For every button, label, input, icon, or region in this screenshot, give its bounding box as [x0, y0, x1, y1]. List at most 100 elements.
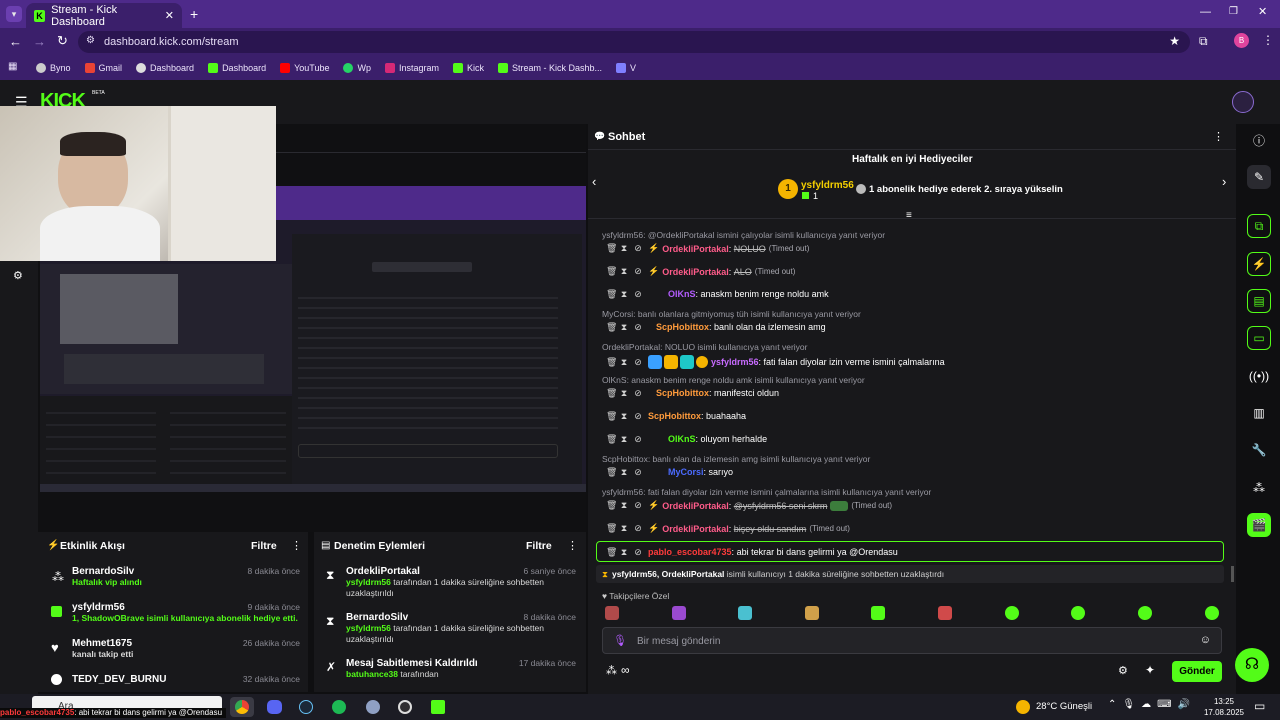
moderation-item[interactable]: Mesaj Sabitlemesi Kaldırıldı batuhance38…	[346, 658, 576, 688]
spotify-taskbar-icon[interactable]	[332, 700, 346, 714]
chat-message[interactable]: 🗑 ⧗ ⊘ MyCorsi: sarıyo	[606, 467, 733, 477]
emoji-picker-icon[interactable]: ☺	[1200, 634, 1211, 646]
trash-icon[interactable]: 🗑	[606, 501, 617, 510]
bookmark-star-icon[interactable]: ★	[1169, 34, 1180, 48]
infinity-icon[interactable]: ∞	[621, 663, 630, 677]
ban-icon[interactable]: ⊘	[634, 267, 642, 276]
bookmark-gmail[interactable]: Gmail	[84, 63, 122, 73]
timeout-icon[interactable]: ⧗	[620, 357, 628, 367]
chat-username[interactable]: OrdekliPortakal	[662, 244, 729, 254]
trash-icon[interactable]: 🗑	[606, 357, 617, 367]
window-close-icon[interactable]: ✕	[1258, 5, 1267, 18]
chat-message[interactable]: 🗑 ⧗ ⊘ ScpHobittox: buahaaha	[606, 411, 746, 421]
timeout-icon[interactable]: ⧗	[620, 501, 628, 510]
chat-message[interactable]: 🗑 ⧗ ⊘ ⚡ OrdekliPortakal: NOLUO (Timed out)	[606, 243, 809, 254]
trash-icon[interactable]: 🗑	[606, 388, 617, 398]
top-gifter-name[interactable]: ysfyldrm56	[801, 180, 854, 191]
bookmark-whatsapp[interactable]: Wp	[343, 63, 371, 73]
steam-taskbar-icon[interactable]	[299, 700, 313, 714]
ban-icon[interactable]: ⊘	[634, 501, 642, 510]
address-bar[interactable]: ⚙ dashboard.kick.com/stream ★	[78, 31, 1190, 53]
collapse-icon[interactable]: ≡	[906, 210, 912, 221]
moderation-menu-icon[interactable]: ⋮	[567, 539, 578, 552]
chat-message[interactable]: 🗑 ⧗ ⊘ OlKnS: anaskm benim renge noldu amk	[606, 289, 829, 299]
broadcast-icon[interactable]: ((•))	[1247, 364, 1271, 388]
profile-avatar[interactable]: B	[1234, 33, 1249, 48]
emote[interactable]	[605, 606, 619, 620]
ban-icon[interactable]: ⊘	[634, 244, 642, 253]
chrome-taskbar-icon[interactable]	[230, 697, 254, 717]
moderation-item[interactable]: BernardoSilv ysfyldrm56 tarafından 1 dak…	[346, 612, 576, 654]
activity-item[interactable]: BernardoSilv Haftalık vip alındı 8 dakik…	[72, 566, 300, 596]
ban-icon[interactable]: ⊘	[634, 524, 642, 533]
chat-username[interactable]: OrdekliPortakal	[662, 501, 729, 511]
trash-icon[interactable]: 🗑	[606, 524, 617, 533]
timeout-icon[interactable]: ⧗	[620, 244, 628, 253]
activity-item[interactable]: Mehmet1675 kanalı takip etti 26 dakika ö…	[72, 638, 300, 668]
minimize-icon[interactable]: —	[1200, 6, 1211, 18]
trash-icon[interactable]: 🗑	[606, 434, 617, 444]
wrench-icon[interactable]: 🔧	[1247, 438, 1271, 462]
emote[interactable]	[1138, 606, 1152, 620]
chat-username[interactable]: ScpHobittox	[656, 322, 709, 332]
extensions-icon[interactable]: ⧉	[1199, 34, 1208, 49]
trash-icon[interactable]: 🗑	[606, 411, 617, 421]
timeout-icon[interactable]: ⧗	[620, 322, 628, 332]
ban-icon[interactable]: ⊘	[634, 411, 642, 421]
chat-message[interactable]: 🗑 ⧗ ⊘ ⚡ OrdekliPortakal: bişey oldu sandım…	[606, 523, 850, 534]
bookmark-instagram[interactable]: Instagram	[384, 63, 439, 73]
timeout-icon[interactable]: ⧗	[620, 524, 628, 533]
discord-taskbar-icon[interactable]	[267, 700, 282, 714]
trash-icon[interactable]: 🗑	[606, 467, 617, 477]
timeout-icon[interactable]: ⧗	[620, 388, 628, 398]
chat-message[interactable]: 🗑 ⧗ ⊘ ScpHobittox: manifestci oldun	[606, 388, 779, 398]
tab-search-icon[interactable]: ▾	[6, 6, 22, 22]
clip-icon[interactable]: ⧉	[1247, 214, 1271, 238]
chat-icon[interactable]: ▭	[1247, 326, 1271, 350]
ban-icon[interactable]: ⊘	[634, 434, 642, 444]
ban-icon[interactable]: ⊘	[634, 547, 642, 557]
timeout-icon[interactable]: ⧗	[620, 289, 628, 299]
weather-icon[interactable]	[1016, 700, 1030, 714]
weather-text[interactable]: 28°C Güneşli	[1036, 701, 1092, 712]
clock[interactable]: 13:25 17.08.2025	[1200, 696, 1248, 718]
emote[interactable]	[1205, 606, 1219, 620]
clapper-icon[interactable]: 🎬	[1247, 513, 1271, 537]
emote[interactable]	[805, 606, 819, 620]
chat-message[interactable]: 🗑 ⧗ ⊘ ysfyldrm56: fati falan diyolar izin …	[606, 355, 945, 369]
chat-message[interactable]: 🗑 ⧗ ⊘ ScpHobittox: banlı olan da izlemesin…	[606, 322, 826, 332]
chat-username[interactable]: pablo_escobar4735	[648, 547, 732, 557]
send-button[interactable]: Gönder	[1172, 661, 1222, 682]
chat-message[interactable]: 🗑 ⧗ ⊘ ⚡ OrdekliPortakal: @ysfyldrm56 seni …	[606, 500, 892, 511]
timeout-icon[interactable]: ⧗	[620, 411, 628, 421]
moderation-filter-button[interactable]: Filtre	[526, 540, 552, 552]
bookmark-v[interactable]: V	[616, 63, 636, 73]
gifters-prev-icon[interactable]: ‹	[592, 174, 596, 189]
restore-icon[interactable]: ❐	[1229, 6, 1238, 17]
chat-username[interactable]: OlKnS	[668, 434, 696, 444]
timeout-icon[interactable]: ⧗	[620, 467, 628, 477]
timeout-icon[interactable]: ⧗	[620, 434, 628, 444]
menu-icon[interactable]: ⋮	[1262, 33, 1274, 47]
reload-icon[interactable]: ↻	[57, 33, 68, 49]
info-icon[interactable]: ⓘ	[1247, 128, 1271, 152]
tab-stream-kick-dashboard[interactable]: K Stream - Kick Dashboard ✕	[26, 3, 182, 28]
activity-filter-button[interactable]: Filtre	[251, 540, 277, 552]
ban-icon[interactable]: ⊘	[634, 357, 642, 367]
site-info-icon[interactable]: ⚙	[86, 35, 95, 46]
trash-icon[interactable]: 🗑	[606, 547, 617, 557]
kick-taskbar-icon[interactable]	[431, 700, 445, 714]
user-settings-icon[interactable]: ⁂	[606, 664, 617, 677]
trash-icon[interactable]: 🗑	[606, 289, 617, 299]
mic-icon[interactable]: 🎙	[613, 634, 627, 647]
activity-menu-icon[interactable]: ⋮	[291, 539, 302, 552]
bolt-icon[interactable]: ⚡	[1247, 252, 1271, 276]
emote[interactable]	[938, 606, 952, 620]
emote[interactable]	[672, 606, 686, 620]
back-icon[interactable]: ←	[9, 34, 22, 49]
bookmark-byno[interactable]: Byno	[36, 63, 71, 73]
chat-username[interactable]: ysfyldrm56	[711, 357, 759, 367]
ban-icon[interactable]: ⊘	[634, 322, 642, 332]
bookmark-dashboard-2[interactable]: Dashboard	[208, 63, 266, 73]
moderation-item[interactable]: OrdekliPortakal ysfyldrm56 tarafından 1 …	[346, 566, 576, 608]
